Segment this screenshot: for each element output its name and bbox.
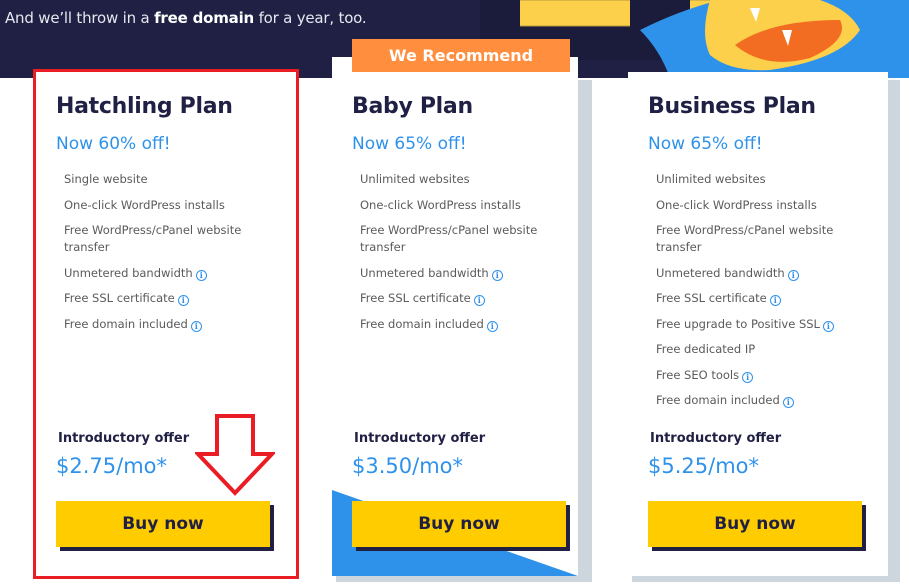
buy-now-wrapper: Buy now — [56, 501, 274, 551]
feature-item: Free domain included i — [656, 392, 856, 409]
info-icon[interactable]: i — [491, 269, 503, 281]
info-icon[interactable]: i — [782, 397, 794, 408]
buy-now-button-business[interactable]: Buy now — [648, 501, 862, 547]
feature-text: Free WordPress/cPanel website transfer — [360, 223, 538, 254]
feature-item: Free SSL certificate i — [360, 290, 560, 307]
feature-text: Unlimited websites — [360, 172, 470, 186]
feature-text: Free upgrade to Positive SSL — [656, 316, 820, 331]
hero-tagline: And we’ll throw in a free domain for a y… — [5, 9, 367, 27]
feature-text: Free domain included — [64, 316, 188, 331]
red-down-arrow-icon — [195, 414, 275, 496]
feature-list: Single website One-click WordPress instal… — [64, 171, 264, 341]
feature-text: Unlimited websites — [656, 172, 766, 186]
feature-list: Unlimited websites One-click WordPress in… — [656, 171, 856, 418]
tagline-text-end: for a year, too. — [254, 9, 367, 27]
feature-text: Free domain included — [656, 393, 780, 407]
feature-item: Single website — [64, 171, 264, 188]
plan-title: Business Plan — [648, 94, 816, 119]
plan-discount: Now 65% off! — [648, 134, 763, 154]
info-icon[interactable]: i — [190, 320, 202, 332]
plan-title: Hatchling Plan — [56, 94, 233, 119]
feature-item: Free WordPress/cPanel website transfer — [64, 222, 264, 256]
mascot-illustration — [520, 0, 909, 78]
we-recommend-badge: We Recommend — [352, 39, 570, 72]
feature-text: Free dedicated IP — [656, 342, 756, 356]
feature-item: Unmetered bandwidth i — [656, 265, 856, 282]
feature-item: Free upgrade to Positive SSL i — [656, 316, 856, 333]
feature-item: Free SEO tools i — [656, 367, 856, 384]
feature-item: Free domain included i — [64, 316, 264, 333]
feature-text: Free SEO tools — [656, 367, 740, 382]
feature-text: Unmetered bandwidth — [360, 265, 489, 280]
feature-item: Unmetered bandwidth i — [64, 265, 264, 282]
intro-offer-label: Introductory offer — [58, 431, 190, 446]
info-icon[interactable]: i — [486, 320, 498, 332]
feature-text: One-click WordPress installs — [360, 197, 521, 212]
plan-title: Baby Plan — [352, 94, 473, 119]
info-icon[interactable]: i — [177, 295, 189, 306]
feature-item: Unlimited websites — [360, 171, 560, 188]
feature-item: Free SSL certificate i — [656, 290, 856, 307]
intro-offer-label: Introductory offer — [354, 431, 486, 446]
plan-discount: Now 60% off! — [56, 134, 171, 154]
feature-item: Free domain included i — [360, 316, 560, 333]
plan-price: $2.75/mo* — [56, 454, 167, 478]
feature-item: Free dedicated IP — [656, 341, 856, 358]
feature-text: Free WordPress/cPanel website transfer — [64, 223, 242, 254]
feature-text: Free SSL certificate — [360, 291, 471, 305]
info-icon[interactable]: i — [769, 295, 781, 306]
intro-offer-label: Introductory offer — [650, 431, 782, 446]
tagline-bold: free domain — [154, 9, 254, 27]
feature-text: Single website — [64, 172, 148, 186]
feature-item: One-click WordPress installs — [64, 197, 264, 214]
info-icon[interactable]: i — [742, 371, 754, 383]
info-icon[interactable]: i — [473, 295, 485, 306]
feature-text: Free SSL certificate — [64, 291, 175, 305]
feature-item: One-click WordPress installs — [656, 197, 856, 214]
feature-item: Free WordPress/cPanel website transfer — [656, 222, 856, 256]
feature-item: Unmetered bandwidth i — [360, 265, 560, 282]
buy-now-wrapper: Buy now — [352, 501, 570, 551]
info-icon[interactable]: i — [787, 269, 799, 281]
buy-now-button-hatchling[interactable]: Buy now — [56, 501, 270, 547]
buy-now-wrapper: Buy now — [648, 501, 866, 551]
plan-price: $3.50/mo* — [352, 454, 463, 478]
feature-item: Free SSL certificate i — [64, 290, 264, 307]
feature-item: Unlimited websites — [656, 171, 856, 188]
info-icon[interactable]: i — [195, 269, 207, 281]
feature-text: Unmetered bandwidth — [64, 265, 193, 280]
feature-item: One-click WordPress installs — [360, 197, 560, 214]
feature-list: Unlimited websites One-click WordPress in… — [360, 171, 560, 341]
feature-text: One-click WordPress installs — [64, 197, 225, 212]
feature-text: Unmetered bandwidth — [656, 265, 785, 280]
info-icon[interactable]: i — [822, 320, 834, 332]
buy-now-button-baby[interactable]: Buy now — [352, 501, 566, 547]
feature-text: Free SSL certificate — [656, 291, 767, 305]
plan-price: $5.25/mo* — [648, 454, 759, 478]
plan-discount: Now 65% off! — [352, 134, 467, 154]
feature-text: Free domain included — [360, 316, 484, 331]
feature-text: One-click WordPress installs — [656, 197, 817, 212]
feature-text: Free WordPress/cPanel website transfer — [656, 223, 834, 254]
tagline-text: And we’ll throw in a — [5, 9, 155, 27]
feature-item: Free WordPress/cPanel website transfer — [360, 222, 560, 256]
